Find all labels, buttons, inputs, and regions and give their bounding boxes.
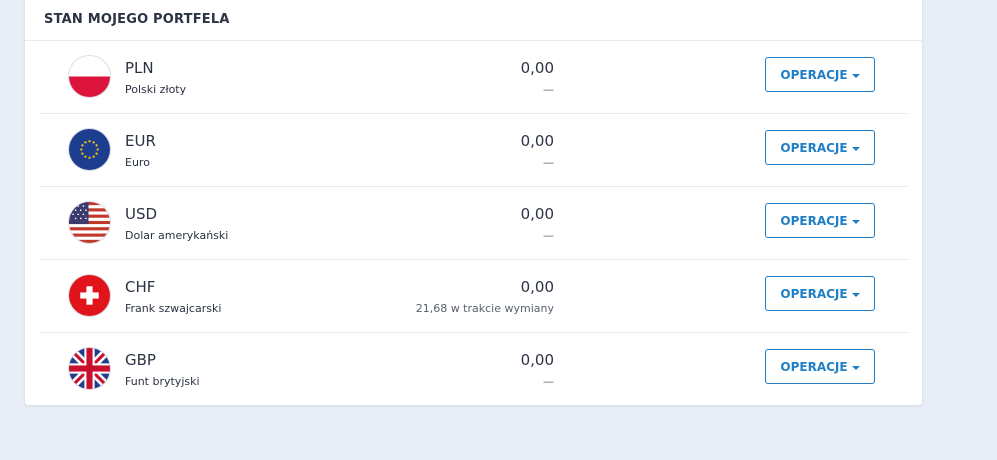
currency-row-pln: PLN Polski złoty 0,00 — OPERACJE	[40, 41, 908, 114]
currency-balance: 0,00	[520, 59, 554, 77]
currency-balance: 0,00	[520, 205, 554, 223]
caret-down-icon	[851, 219, 860, 224]
operations-button-label: OPERACJE	[780, 286, 848, 301]
usa-flag-icon	[69, 202, 110, 243]
caret-down-icon	[851, 292, 860, 297]
currency-pending: —	[543, 156, 554, 169]
currency-pending: —	[543, 83, 554, 96]
currency-name: Dolar amerykański	[125, 229, 229, 242]
caret-down-icon	[851, 146, 860, 151]
operations-button-label: OPERACJE	[780, 140, 848, 155]
operations-button-gbp[interactable]: OPERACJE	[765, 349, 875, 384]
currency-pending: —	[543, 229, 554, 242]
currency-list: PLN Polski złoty 0,00 — OPERACJE EUR Eur…	[40, 41, 908, 405]
operations-button-label: OPERACJE	[780, 67, 848, 82]
caret-down-icon	[851, 365, 860, 370]
currency-code: CHF	[125, 278, 156, 296]
currency-name: Euro	[125, 156, 150, 169]
eu-flag-icon	[69, 129, 110, 170]
operations-button-label: OPERACJE	[780, 213, 848, 228]
currency-balance: 0,00	[520, 278, 554, 296]
operations-button-label: OPERACJE	[780, 359, 848, 374]
currency-pending: 21,68 w trakcie wymiany	[415, 302, 554, 315]
poland-flag-icon	[69, 56, 110, 97]
currency-name: Polski złoty	[125, 83, 187, 96]
currency-code: GBP	[125, 351, 156, 369]
currency-balance: 0,00	[520, 351, 554, 369]
operations-button-eur[interactable]: OPERACJE	[765, 130, 875, 165]
panel-title: STAN MOJEGO PORTFELA	[44, 12, 230, 27]
currency-name: Funt brytyjski	[125, 375, 200, 388]
currency-row-gbp: GBP Funt brytyjski 0,00 — OPERACJE	[40, 333, 908, 405]
caret-down-icon	[851, 73, 860, 78]
portfolio-panel: STAN MOJEGO PORTFELA PLN Polski złoty 0,…	[24, 0, 923, 406]
currency-balance: 0,00	[520, 132, 554, 150]
currency-pending: —	[543, 375, 554, 388]
currency-row-chf: CHF Frank szwajcarski 0,00 21,68 w trakc…	[40, 260, 908, 333]
currency-row-eur: EUR Euro 0,00 — OPERACJE	[40, 114, 908, 187]
currency-code: USD	[125, 205, 158, 223]
operations-button-usd[interactable]: OPERACJE	[765, 203, 875, 238]
uk-flag-icon	[69, 348, 110, 389]
currency-code: PLN	[125, 59, 154, 77]
currency-row-usd: USD Dolar amerykański 0,00 — OPERACJE	[40, 187, 908, 260]
currency-name: Frank szwajcarski	[125, 302, 222, 315]
currency-code: EUR	[125, 132, 156, 150]
operations-button-pln[interactable]: OPERACJE	[765, 57, 875, 92]
switzerland-flag-icon	[69, 275, 110, 316]
operations-button-chf[interactable]: OPERACJE	[765, 276, 875, 311]
